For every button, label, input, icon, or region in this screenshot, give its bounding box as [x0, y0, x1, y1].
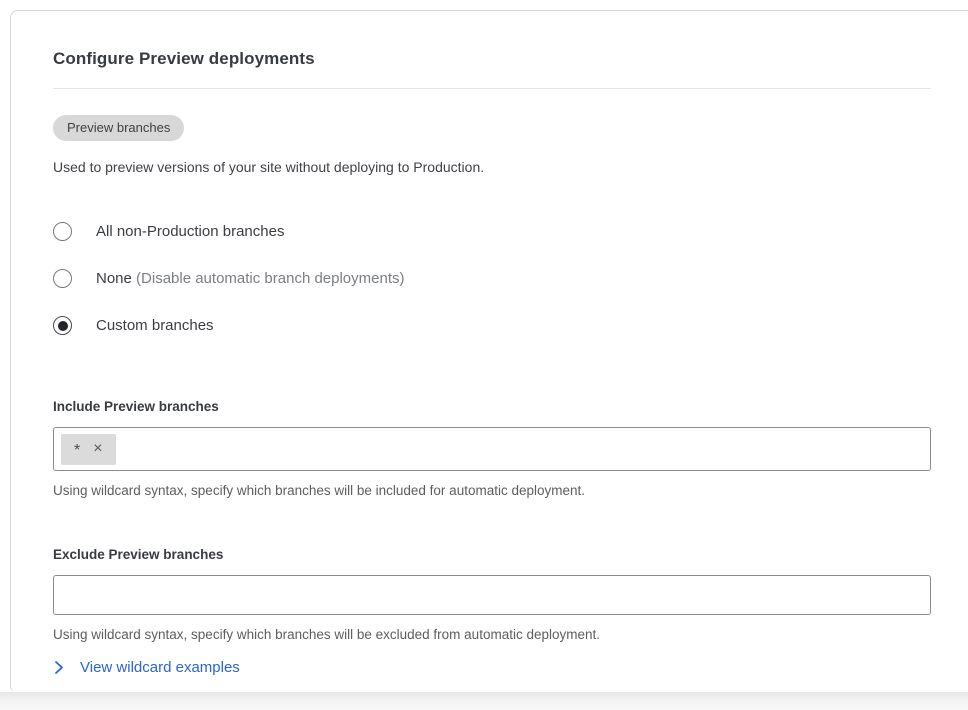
radio-option-label: None (Disable automatic branch deploymen…: [96, 270, 405, 287]
radio-option-label: All non-Production branches: [96, 223, 284, 240]
radio-option-none[interactable]: None (Disable automatic branch deploymen…: [53, 269, 405, 288]
view-wildcard-examples-text: View wildcard examples: [80, 659, 240, 676]
wildcard-tag-text: *: [74, 443, 80, 459]
page-title: Configure Preview deployments: [53, 49, 940, 69]
radio-option-subtext: (Disable automatic branch deployments): [136, 270, 404, 287]
card-description: Used to preview versions of your site wi…: [53, 159, 940, 175]
chevron-right-icon: [53, 660, 65, 675]
radio-option-label: Custom branches: [96, 317, 214, 334]
remove-tag-icon[interactable]: ×: [93, 441, 102, 457]
radio-option-all-non-production[interactable]: All non-Production branches: [53, 222, 284, 241]
radio-option-text: None: [96, 270, 132, 287]
radio-icon[interactable]: [53, 316, 72, 335]
preview-branches-badge: Preview branches: [53, 115, 184, 141]
radio-icon[interactable]: [53, 269, 72, 288]
bottom-shade: [0, 692, 968, 710]
view-wildcard-examples-link[interactable]: View wildcard examples: [53, 659, 240, 676]
radio-option-text: All non-Production branches: [96, 223, 284, 240]
exclude-branches-input[interactable]: [53, 575, 931, 615]
wildcard-tag: * ×: [61, 434, 116, 465]
radio-option-text: Custom branches: [96, 317, 214, 334]
preview-deployments-card: Configure Preview deployments Preview br…: [10, 10, 968, 692]
include-branches-helper: Using wildcard syntax, specify which bra…: [53, 483, 940, 498]
exclude-branches-helper: Using wildcard syntax, specify which bra…: [53, 627, 940, 642]
include-branches-label: Include Preview branches: [53, 399, 940, 414]
radio-icon[interactable]: [53, 222, 72, 241]
title-divider: [53, 88, 931, 89]
branch-deployments-radio-group: All non-Production branches None (Disabl…: [53, 222, 940, 335]
include-branches-input[interactable]: * ×: [53, 427, 931, 471]
exclude-branches-label: Exclude Preview branches: [53, 547, 940, 562]
radio-option-custom-branches[interactable]: Custom branches: [53, 316, 214, 335]
